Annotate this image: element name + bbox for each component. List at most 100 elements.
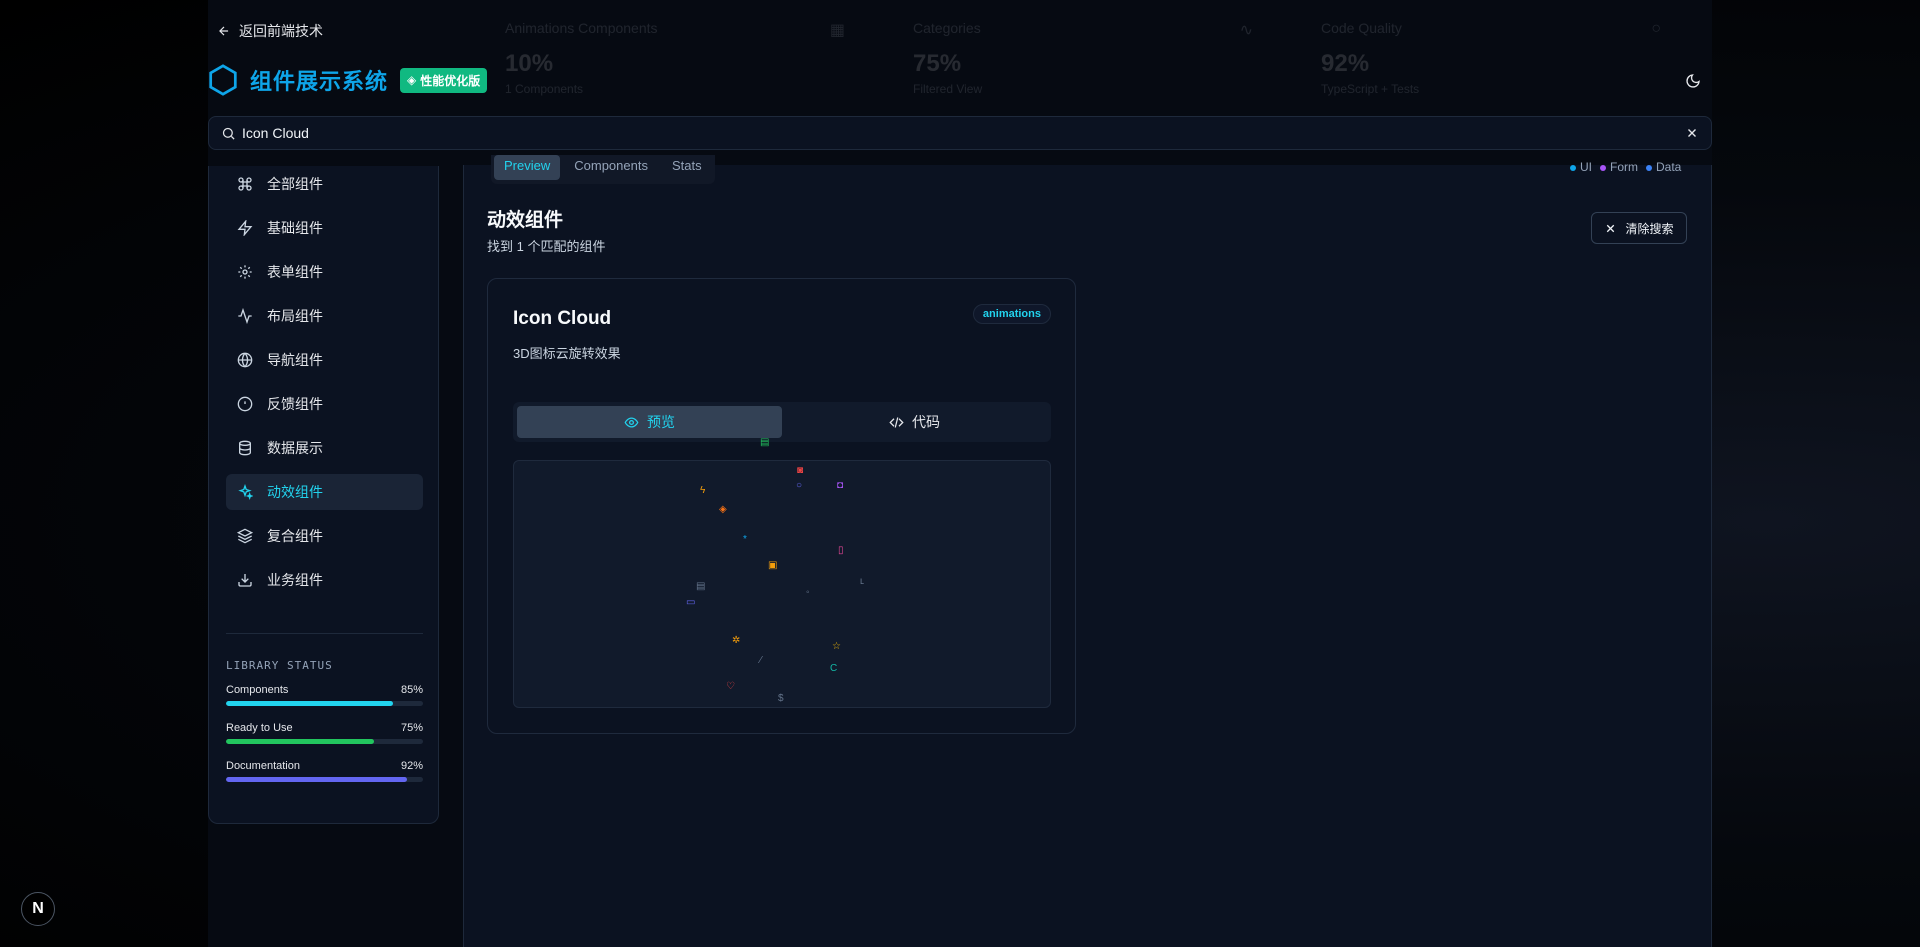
- result-count: 找到 1 个匹配的组件: [487, 239, 606, 254]
- package-icon: ◘: [837, 480, 844, 491]
- legend-item-ui: UI: [1570, 160, 1592, 174]
- sidebar-item-label: 导航组件: [267, 352, 323, 368]
- status-bar-percent: 75%: [400, 722, 423, 734]
- progress-track: [226, 739, 423, 744]
- sun-icon: ✲: [732, 635, 741, 646]
- tab-stats[interactable]: Stats: [662, 155, 712, 184]
- stat-title: Categories: [913, 20, 981, 36]
- database-icon: ▤: [760, 437, 770, 448]
- sidebar: 全部组件 基础组件 表单组件 布局组件 导航组件 反馈组件 数据展示 动效组件 …: [208, 166, 439, 824]
- asterisk-icon: *: [743, 534, 747, 545]
- search-icon: [222, 127, 235, 140]
- tab-components[interactable]: Components: [564, 155, 658, 184]
- eye-icon: [624, 416, 639, 428]
- gear-icon: [237, 264, 253, 280]
- sidebar-divider: [226, 633, 423, 634]
- search-clear-button[interactable]: [1685, 126, 1699, 140]
- activity-icon: ∿: [1239, 22, 1253, 39]
- sidebar-item-label: 基础组件: [267, 220, 323, 236]
- sidebar-item-label: 复合组件: [267, 528, 323, 544]
- brand-title: 组件展示系统: [250, 69, 389, 94]
- alert-circle-icon: [237, 396, 253, 412]
- sidebar-item-all[interactable]: 全部组件: [226, 166, 423, 202]
- view-tabs: Preview Components Stats: [491, 155, 715, 184]
- back-label: 返回前端技术: [239, 23, 323, 39]
- performance-badge: ◈ 性能优化版: [400, 67, 488, 93]
- card-description: 3D图标云旋转效果: [513, 346, 621, 361]
- circle-icon: ◦: [806, 587, 810, 598]
- sidebar-item-basic[interactable]: 基础组件: [226, 210, 423, 246]
- sidebar-item-layout[interactable]: 布局组件: [226, 298, 423, 334]
- progress-fill: [226, 739, 374, 744]
- line-icon: ʟ: [860, 576, 865, 587]
- status-bar-label: Documentation: [226, 760, 300, 772]
- zap-icon: [237, 220, 253, 236]
- sidebar-item-label: 动效组件: [267, 484, 323, 500]
- back-link[interactable]: 返回前端技术: [217, 21, 323, 41]
- legend-label: UI: [1580, 160, 1592, 174]
- stat-sub: 1 Components: [505, 82, 584, 96]
- pen-icon: ⁄: [760, 655, 762, 666]
- sidebar-item-label: 布局组件: [267, 308, 323, 324]
- search-bar: [208, 116, 1712, 150]
- cup-icon: ▣: [768, 560, 778, 571]
- hexagon-logo-icon: [209, 64, 237, 96]
- moon-icon: [1686, 74, 1700, 88]
- clear-search-button[interactable]: 清除搜索: [1591, 212, 1687, 244]
- progress-fill: [226, 701, 394, 706]
- sidebar-item-animations[interactable]: 动效组件: [226, 474, 423, 510]
- stat-value: 10%: [505, 50, 554, 77]
- stat-value: 92%: [1321, 50, 1370, 77]
- progress-track: [226, 701, 423, 706]
- brand: 组件展示系统 ◈ 性能优化版: [208, 64, 488, 96]
- preview-label: 预览: [647, 414, 675, 430]
- nextjs-logo-icon[interactable]: N: [21, 892, 55, 926]
- sidebar-item-feedback[interactable]: 反馈组件: [226, 386, 423, 422]
- legend-item-form: Form: [1600, 160, 1638, 174]
- theme-toggle-button[interactable]: [1685, 73, 1701, 94]
- preview-button[interactable]: 预览: [517, 406, 782, 438]
- globe-icon: [237, 352, 253, 368]
- database-icon: [237, 440, 253, 456]
- sidebar-item-form[interactable]: 表单组件: [226, 254, 423, 290]
- search-input[interactable]: [242, 125, 1685, 141]
- box-icon: ◈: [719, 504, 727, 515]
- legend-label: Form: [1610, 160, 1638, 174]
- legend-dot: [1570, 165, 1576, 171]
- loop-icon: ○: [796, 480, 803, 491]
- sidebar-item-composite[interactable]: 复合组件: [226, 518, 423, 554]
- code-button[interactable]: 代码: [782, 406, 1047, 438]
- code-icon: [889, 416, 904, 428]
- dollar-icon: $: [778, 693, 784, 704]
- activity-icon: [237, 308, 253, 324]
- stat-sub: Filtered View: [913, 82, 983, 96]
- command-icon: [237, 176, 253, 192]
- library-status-heading: LIBRARY STATUS: [226, 659, 333, 672]
- tab-preview[interactable]: Preview: [494, 155, 561, 180]
- status-bar-percent: 85%: [400, 684, 423, 696]
- icon-cloud-preview: [513, 460, 1051, 708]
- grid-icon: ▦: [829, 22, 845, 39]
- sidebar-item-label: 反馈组件: [267, 396, 323, 412]
- progress-track: [226, 777, 423, 782]
- progress-fill: [226, 777, 408, 782]
- status-bar-label: Ready to Use: [226, 722, 293, 734]
- sidebar-item-navigation[interactable]: 导航组件: [226, 342, 423, 378]
- status-bar-percent: 92%: [400, 760, 423, 772]
- badge-label: 性能优化版: [420, 73, 481, 88]
- stat-card-animations: Animations Components 10% 1 Components ▦: [505, 12, 905, 107]
- card-title: Icon Cloud: [513, 308, 612, 329]
- heart-icon: ♡: [726, 681, 735, 692]
- sidebar-item-label: 表单组件: [267, 264, 323, 280]
- phone-icon: ▯: [838, 545, 844, 556]
- arrow-left-icon: [219, 26, 229, 36]
- layers-icon: [237, 528, 253, 544]
- file-icon: ▤: [696, 581, 706, 592]
- sidebar-item-business[interactable]: 业务组件: [226, 562, 423, 598]
- close-icon: [1607, 224, 1615, 232]
- zap-icon: ϟ: [700, 485, 706, 496]
- sidebar-item-data[interactable]: 数据展示: [226, 430, 423, 466]
- stat-card-categories: Categories 75% Filtered View ∿: [913, 12, 1313, 107]
- section-title: 动效组件: [487, 210, 564, 231]
- circle-icon: ○: [1651, 20, 1661, 37]
